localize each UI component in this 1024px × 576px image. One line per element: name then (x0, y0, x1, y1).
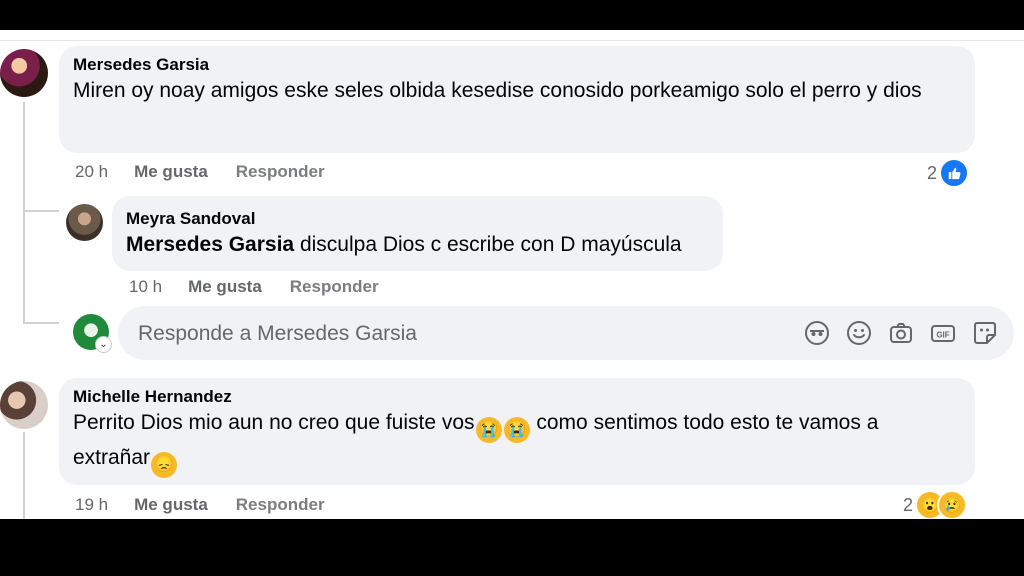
avatar[interactable] (0, 381, 48, 429)
avatar[interactable] (66, 204, 103, 241)
comment-text-part: Perrito Dios mio aun no creo que fuiste … (73, 411, 475, 434)
comment-text: Perrito Dios mio aun no creo que fuiste … (73, 408, 961, 478)
svg-text:GIF: GIF (936, 331, 949, 340)
reply-timestamp[interactable]: 10 h (129, 277, 162, 297)
mention-link[interactable]: Mersedes Garsia (126, 233, 294, 256)
comment-bubble: Michelle Hernandez Perrito Dios mio aun … (59, 378, 975, 485)
crying-face-icon: 😭 (503, 417, 530, 443)
reply-button[interactable]: Responder (236, 495, 325, 515)
sticker-icon[interactable] (970, 318, 1000, 348)
reaction-count: 2 (927, 162, 938, 183)
comment-bubble: Mersedes Garsia Miren oy noay amigos esk… (59, 46, 975, 153)
thread-line-main (23, 102, 25, 324)
reply-body: disculpa Dios c escribe con D mayúscula (294, 233, 682, 256)
reply-author[interactable]: Meyra Sandoval (126, 208, 709, 230)
comment-text: Miren oy noay amigos eske seles olbida k… (73, 79, 922, 102)
thread-line-branch-1 (23, 210, 59, 212)
like-button[interactable]: Me gusta (134, 162, 208, 182)
disappointed-face-icon: 😞 (151, 452, 178, 478)
avatar-sticker-icon[interactable] (802, 318, 832, 348)
thumbs-up-icon (939, 158, 970, 188)
reply-input[interactable] (136, 306, 780, 362)
reply-composer: GIF (118, 306, 1014, 362)
gif-icon[interactable]: GIF (928, 318, 958, 348)
reply-actions: 10 h Me gusta Responder (129, 277, 379, 297)
reaction-summary[interactable]: 2 😮 😢 (903, 490, 968, 519)
reply-bubble: Meyra Sandoval Mersedes Garsia disculpa … (112, 196, 723, 271)
camera-icon[interactable] (886, 318, 916, 348)
divider (0, 40, 1024, 41)
thread-line-branch-2 (23, 322, 59, 324)
comment-timestamp[interactable]: 19 h (75, 495, 108, 515)
avatar[interactable] (0, 49, 48, 97)
comment-thread: Mersedes Garsia Miren oy noay amigos esk… (0, 30, 1024, 519)
comment-author[interactable]: Michelle Hernandez (73, 386, 961, 408)
sad-reaction-icon: 😢 (937, 490, 968, 519)
reaction-count: 2 (903, 494, 914, 515)
emoji-icon[interactable] (844, 318, 874, 348)
comment-actions: 20 h Me gusta Responder (75, 162, 325, 182)
reaction-summary[interactable]: 2 (927, 158, 970, 188)
like-button[interactable]: Me gusta (134, 495, 208, 515)
chevron-down-icon[interactable]: ⌄ (95, 336, 112, 353)
thread-line-second (23, 432, 25, 519)
reply-text: Mersedes Garsia disculpa Dios c escribe … (126, 230, 709, 259)
bottom-black-bar (0, 519, 1024, 576)
top-black-bar (0, 0, 1024, 30)
comment-author[interactable]: Mersedes Garsia (73, 54, 961, 76)
reply-button[interactable]: Responder (290, 277, 379, 297)
like-button[interactable]: Me gusta (188, 277, 262, 297)
comment-actions: 19 h Me gusta Responder (75, 495, 325, 515)
reply-button[interactable]: Responder (236, 162, 325, 182)
crying-face-icon: 😭 (475, 417, 502, 443)
comment-timestamp[interactable]: 20 h (75, 162, 108, 182)
